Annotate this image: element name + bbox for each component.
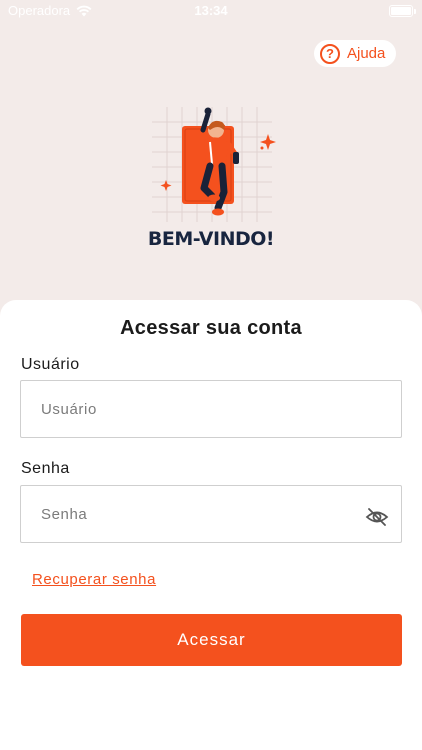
login-submit-button[interactable]: Acessar bbox=[21, 614, 402, 666]
battery-icon bbox=[389, 5, 416, 17]
help-icon: ? bbox=[320, 43, 340, 64]
help-button[interactable]: ? Ajuda bbox=[314, 40, 396, 67]
welcome-heading: BEM-VINDO! bbox=[147, 228, 275, 250]
username-field-box bbox=[20, 380, 402, 438]
username-input[interactable] bbox=[21, 381, 401, 437]
recover-password-link[interactable]: Recuperar senha bbox=[32, 571, 156, 588]
login-card: Acessar sua conta Usuário Senha Recupera… bbox=[0, 300, 422, 750]
eye-off-icon[interactable] bbox=[365, 507, 389, 527]
password-label: Senha bbox=[21, 460, 70, 477]
login-title: Acessar sua conta bbox=[120, 317, 302, 339]
username-label: Usuário bbox=[21, 356, 80, 373]
status-time: 13:34 bbox=[194, 3, 228, 18]
help-label: Ajuda bbox=[347, 45, 386, 62]
status-bar: Operadora 13:34 bbox=[0, 0, 422, 22]
password-field-box bbox=[20, 485, 402, 543]
password-input[interactable] bbox=[21, 486, 401, 542]
